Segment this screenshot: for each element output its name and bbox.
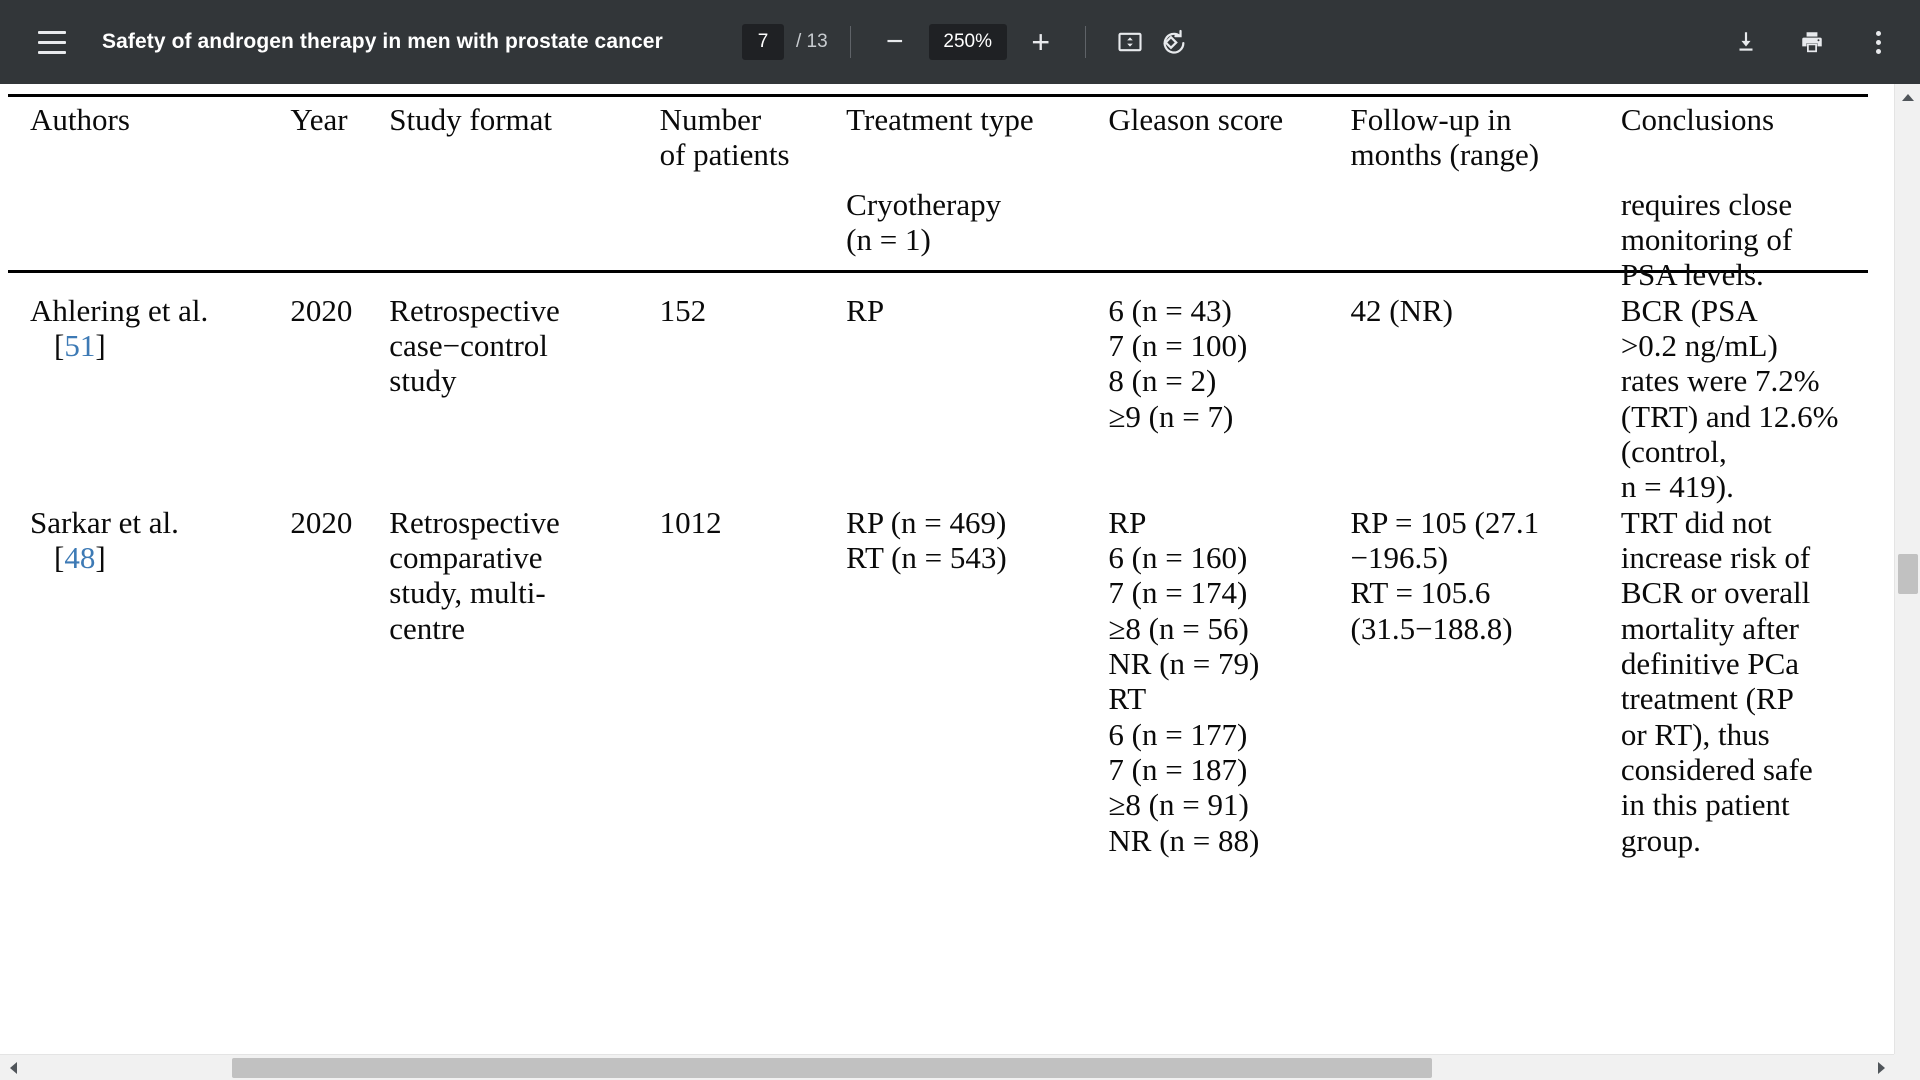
menu-bar-2 bbox=[38, 40, 66, 44]
cell-conclusions: requires close monitoring of PSA levels. bbox=[1620, 186, 1793, 293]
fit-to-page-icon[interactable] bbox=[1108, 20, 1152, 64]
column-header-number-of-patients: Number of patients bbox=[659, 102, 790, 173]
cell-study-format bbox=[389, 187, 659, 293]
cell-study-format: Retrospective case−control study bbox=[389, 292, 560, 399]
table-top-rule bbox=[8, 94, 1868, 97]
table-header-row: Authors Year Study format Number of pati… bbox=[8, 102, 1868, 187]
cell-number-of-patients: 152 bbox=[659, 292, 707, 328]
rotate-counterclockwise-icon[interactable] bbox=[1152, 20, 1196, 64]
cell-gleason-score: 6 (n = 43) 7 (n = 100) 8 (n = 2) ≥9 (n =… bbox=[1108, 292, 1248, 434]
table-header: Authors Year Study format Number of pati… bbox=[8, 102, 1868, 187]
cell-conclusions: BCR (PSA >0.2 ng/mL) rates were 7.2% (TR… bbox=[1620, 292, 1839, 505]
table-row: Ahlering et al. [51] 2020 Retrospective … bbox=[8, 293, 1868, 505]
cell-authors: Sarkar et al. [48] bbox=[8, 505, 290, 858]
cell-follow-up: RP = 105 (27.1 −196.5) RT = 105.6 (31.5−… bbox=[1350, 504, 1540, 646]
more-options-kebab-icon[interactable] bbox=[1856, 20, 1900, 64]
toolbar-divider-2 bbox=[1084, 26, 1086, 58]
scroll-left-arrow-icon[interactable] bbox=[0, 1055, 26, 1080]
cell-treatment-type: Cryotherapy (n = 1) bbox=[846, 186, 1002, 257]
cell-authors bbox=[8, 187, 290, 293]
page-navigation-controls: 7 / 13 − 250% + bbox=[742, 0, 1196, 84]
cell-treatment-type: RP bbox=[846, 292, 885, 328]
reference-link[interactable]: 48 bbox=[64, 540, 95, 575]
table-body: Cryotherapy (n = 1) requires close monit… bbox=[8, 187, 1868, 858]
page-total-label: / 13 bbox=[796, 31, 828, 52]
table-row: Sarkar et al. [48] 2020 Retrospective co… bbox=[8, 505, 1868, 858]
pdf-page-viewer[interactable]: Authors Year Study format Number of pati… bbox=[0, 84, 1920, 1080]
reference-link[interactable]: 51 bbox=[64, 328, 95, 363]
document-title: Safety of androgen therapy in men with p… bbox=[102, 30, 663, 53]
author-reference: [51] bbox=[54, 327, 106, 363]
scroll-right-arrow-icon[interactable] bbox=[1868, 1055, 1894, 1080]
cell-number-of-patients: 1012 bbox=[659, 504, 722, 540]
zoom-in-button[interactable]: + bbox=[1019, 20, 1063, 64]
horizontal-scrollbar-thumb[interactable] bbox=[232, 1058, 1432, 1078]
cell-study-format: Retrospective comparative study, multi- … bbox=[389, 504, 560, 646]
cell-year: 2020 bbox=[290, 504, 353, 540]
pdf-page-content: Authors Year Study format Number of pati… bbox=[0, 84, 1894, 1080]
author-reference: [48] bbox=[54, 539, 106, 575]
column-header-year: Year bbox=[290, 102, 348, 137]
cell-follow-up: 42 (NR) bbox=[1350, 292, 1453, 328]
kebab-dot-2 bbox=[1875, 39, 1881, 45]
print-icon[interactable] bbox=[1790, 20, 1834, 64]
column-header-conclusions: Conclusions bbox=[1620, 102, 1775, 137]
toolbar-right-actions bbox=[1724, 20, 1900, 64]
menu-bar-3 bbox=[38, 50, 66, 54]
author-name: Sarkar et al. bbox=[30, 504, 179, 540]
download-icon[interactable] bbox=[1724, 20, 1768, 64]
cell-gleason-score bbox=[1108, 187, 1350, 293]
column-header-follow-up: Follow-up in months (range) bbox=[1350, 102, 1540, 173]
pdf-viewer-toolbar: Safety of androgen therapy in men with p… bbox=[0, 0, 1920, 84]
column-header-treatment-type: Treatment type bbox=[846, 102, 1034, 137]
cell-year bbox=[290, 187, 389, 293]
column-header-study-format: Study format bbox=[389, 102, 553, 137]
cell-conclusions: TRT did not increase risk of BCR or over… bbox=[1620, 504, 1813, 858]
hamburger-menu-icon[interactable] bbox=[26, 16, 78, 68]
cell-number-of-patients bbox=[660, 187, 847, 293]
zoom-out-button[interactable]: − bbox=[873, 20, 917, 64]
cell-year: 2020 bbox=[290, 292, 353, 328]
zoom-level-value[interactable]: 250% bbox=[928, 24, 1007, 60]
cell-gleason-score: RP 6 (n = 160) 7 (n = 174) ≥8 (n = 56) N… bbox=[1108, 504, 1260, 858]
column-header-gleason-score: Gleason score bbox=[1108, 102, 1284, 137]
scroll-up-arrow-icon[interactable] bbox=[1895, 84, 1920, 110]
scrollbar-corner bbox=[1894, 1054, 1920, 1080]
cell-treatment-type: RP (n = 469) RT (n = 543) bbox=[846, 504, 1007, 575]
vertical-scrollbar-thumb[interactable] bbox=[1898, 554, 1918, 594]
study-summary-table: Authors Year Study format Number of pati… bbox=[8, 102, 1868, 858]
column-header-authors: Authors bbox=[30, 102, 130, 137]
horizontal-scrollbar[interactable] bbox=[0, 1054, 1894, 1080]
cell-follow-up bbox=[1351, 187, 1621, 293]
kebab-dot-3 bbox=[1875, 48, 1881, 54]
author-name: Ahlering et al. bbox=[30, 292, 209, 328]
vertical-scrollbar[interactable] bbox=[1894, 84, 1920, 1080]
page-number-input[interactable]: 7 bbox=[742, 24, 784, 60]
cell-authors: Ahlering et al. [51] bbox=[8, 293, 290, 505]
kebab-dot-1 bbox=[1875, 30, 1881, 36]
table-row: Cryotherapy (n = 1) requires close monit… bbox=[8, 187, 1868, 293]
toolbar-divider-1 bbox=[849, 26, 851, 58]
menu-bar-1 bbox=[38, 30, 66, 34]
